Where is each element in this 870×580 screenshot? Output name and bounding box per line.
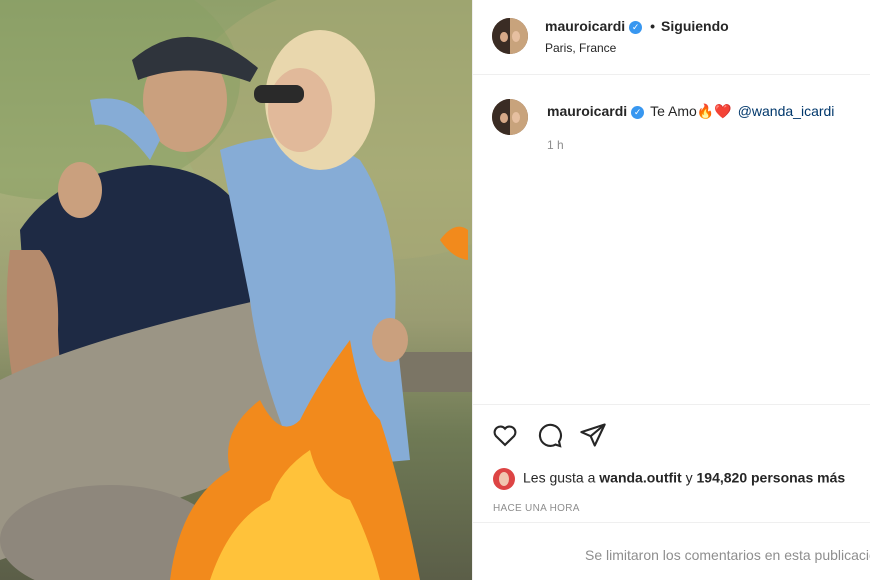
caption-text: Te Amo🔥❤️ [650, 103, 732, 119]
post-caption: mauroicardi ✓ Te Amo🔥❤️ @wanda_icardi [547, 102, 834, 120]
comments-limited-notice: Se limitaron los comentarios en esta pub… [585, 547, 870, 563]
post-actions-bar [473, 404, 870, 464]
paper-plane-icon[interactable] [579, 421, 607, 449]
author-avatar[interactable] [492, 18, 528, 54]
likes-summary: Les gusta a wanda.outfit y 194,820 perso… [493, 468, 845, 490]
liker-avatar[interactable] [493, 468, 515, 490]
caption-username[interactable]: mauroicardi [547, 103, 627, 119]
verified-badge-icon: ✓ [631, 105, 645, 119]
likes-prefix: Les gusta a [523, 469, 596, 486]
heart-icon[interactable] [491, 421, 519, 449]
post-timestamp[interactable]: HACE UNA HORA [493, 503, 580, 514]
post-photo[interactable] [0, 0, 472, 580]
author-username[interactable]: mauroicardi [545, 18, 625, 34]
header-user-line: mauroicardi ✓ • Siguiendo [545, 18, 729, 34]
post-side-panel: mauroicardi ✓ • Siguiendo Paris, France mau… [472, 0, 870, 580]
verified-badge-icon: ✓ [629, 20, 643, 34]
post-header: mauroicardi ✓ • Siguiendo Paris, France [473, 0, 870, 75]
caption-mention-link[interactable]: @wanda_icardi [738, 103, 835, 119]
likes-count[interactable]: 194,820 personas más [697, 470, 846, 486]
caption-time: 1 h [547, 138, 564, 152]
follow-status-button[interactable]: Siguiendo [661, 18, 729, 34]
comment-icon[interactable] [535, 421, 563, 449]
separator-dot: • [650, 18, 656, 34]
post-photo-illustration [0, 0, 472, 580]
comments-section: Se limitaron los comentarios en esta pub… [473, 522, 870, 580]
likes-connector: y [685, 469, 693, 486]
post-location[interactable]: Paris, France [545, 41, 616, 55]
caption-author-avatar[interactable] [492, 99, 528, 135]
liker-username[interactable]: wanda.outfit [599, 470, 681, 486]
